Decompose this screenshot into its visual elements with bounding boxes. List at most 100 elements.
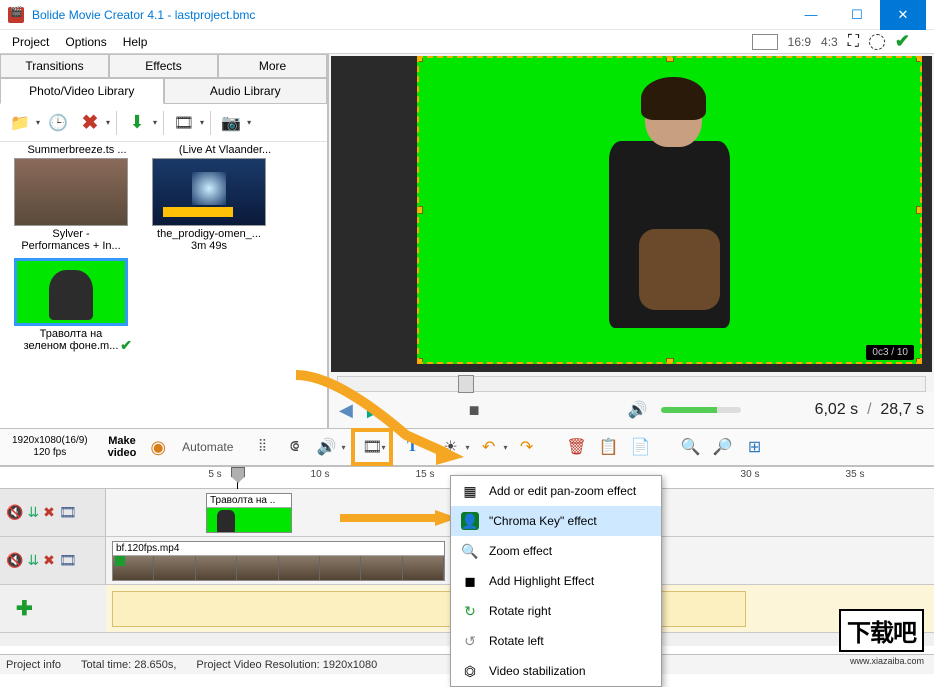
track-1-head: 🔇 ⇊ ✖ 🎞 — [0, 489, 106, 536]
clip-travolta[interactable]: Траволта на .. — [206, 493, 292, 533]
add-track-button[interactable]: ✚ — [6, 595, 100, 623]
minimize-button[interactable]: — — [788, 0, 834, 30]
effects-icon[interactable]: 🎞 — [359, 434, 385, 460]
status-resolution: Project Video Resolution: 1920x1080 — [196, 659, 377, 671]
undo-caret[interactable]: ▾ — [504, 443, 508, 452]
track-mute-icon[interactable]: 🔇 — [6, 504, 23, 521]
copy-icon[interactable]: 📋 — [596, 434, 622, 460]
lib-item-sylver[interactable]: Sylver - Performances + In... — [6, 158, 136, 252]
zoom-in-icon[interactable]: 🔎 — [710, 434, 736, 460]
menu-rotate-left[interactable]: ↺ Rotate left — [451, 626, 661, 656]
track-mute-icon[interactable]: 🔇 — [6, 552, 23, 569]
clip-bf120[interactable]: bf.120fps.mp4 — [112, 541, 445, 581]
text-caret[interactable]: ▾ — [427, 443, 431, 452]
volume-slider[interactable] — [661, 407, 741, 413]
lib-item-travolta-greenscreen[interactable]: Траволта на зеленом фоне.m... ✔ — [6, 258, 136, 352]
lib-partial-2[interactable]: (Live At Vlaander... — [160, 144, 290, 156]
film-icon[interactable]: 🎞 — [170, 109, 198, 137]
resize-handle-ne[interactable] — [916, 56, 922, 62]
preview-crop-frame[interactable] — [417, 56, 922, 364]
paste-icon[interactable]: 📄 — [628, 434, 654, 460]
seek-thumb[interactable] — [458, 375, 474, 393]
audio-icon[interactable]: 🔊 — [313, 434, 339, 460]
menu-project[interactable]: Project — [4, 33, 57, 51]
aspect-preview-box[interactable] — [752, 34, 778, 50]
prev-frame-button[interactable]: ◀ — [339, 400, 353, 421]
apply-check-icon[interactable]: ✔ — [895, 31, 910, 52]
add-folder-icon[interactable]: 📁 — [6, 109, 34, 137]
fit-icon[interactable]: ⊞ — [742, 434, 768, 460]
close-button[interactable]: ✕ — [880, 0, 926, 30]
add-folder-caret[interactable]: ▾ — [36, 118, 40, 127]
zoom-icon: 🔍 — [461, 542, 479, 560]
resize-handle-nw[interactable] — [417, 56, 423, 62]
download-caret[interactable]: ▾ — [153, 118, 157, 127]
film-caret[interactable]: ▾ — [200, 118, 204, 127]
track-expand-icon[interactable]: ⇊ — [27, 552, 39, 569]
clip-effect-badge — [115, 556, 125, 566]
tab-effects[interactable]: Effects — [109, 54, 218, 78]
menu-video-stabilization[interactable]: ⏣ Video stabilization — [451, 656, 661, 686]
resize-handle-w[interactable] — [417, 206, 423, 214]
menu-options[interactable]: Options — [57, 33, 114, 51]
ruler-tick: 5 s — [208, 469, 221, 480]
tab-more[interactable]: More — [218, 54, 327, 78]
resize-handle-sw[interactable] — [417, 358, 423, 364]
ruler-tick: 15 s — [416, 469, 435, 480]
menu-highlight-effect[interactable]: ◼ Add Highlight Effect — [451, 566, 661, 596]
menu-pan-zoom[interactable]: ▦ Add or edit pan-zoom effect — [451, 476, 661, 506]
play-button[interactable]: ▶ — [367, 400, 381, 421]
highlight-icon: ◼ — [461, 572, 479, 590]
lib-partial-1[interactable]: Summerbreeze.ts ... — [12, 144, 142, 156]
status-project-info[interactable]: Project info — [6, 659, 61, 671]
seek-bar[interactable] — [337, 376, 926, 392]
track-delete-icon[interactable]: ✖ — [43, 504, 55, 521]
playback-time: 6,02 s / 28,7 s — [815, 401, 924, 419]
volume-icon[interactable]: 🔊 — [628, 400, 648, 420]
preview-viewport[interactable]: 0c3 / 10 — [331, 56, 932, 372]
webcam-caret[interactable]: ▾ — [247, 118, 251, 127]
maximize-button[interactable]: ☐ — [834, 0, 880, 30]
remove-caret[interactable]: ▾ — [106, 118, 110, 127]
brightness-icon[interactable]: ☀ — [438, 434, 464, 460]
redo-icon[interactable]: ↷ — [514, 434, 540, 460]
disc-icon[interactable]: ◉ — [150, 437, 166, 458]
lib-label: зеленом фоне.m... — [6, 340, 136, 352]
webcam-icon[interactable]: 📷 — [217, 109, 245, 137]
undo-icon[interactable]: ↶ — [476, 434, 502, 460]
menu-rotate-right[interactable]: ↻ Rotate right — [451, 596, 661, 626]
tab-transitions[interactable]: Transitions — [0, 54, 109, 78]
aspect-43-button[interactable]: 4:3 — [821, 35, 838, 49]
remove-icon[interactable]: ✖ — [76, 109, 104, 137]
make-video-button[interactable]: Make video — [100, 435, 145, 459]
recent-icon[interactable]: 🕒 — [44, 109, 72, 137]
track-delete-icon[interactable]: ✖ — [43, 552, 55, 569]
crop-icon[interactable]: ⟃ — [281, 434, 307, 460]
resize-handle-se[interactable] — [916, 358, 922, 364]
zoom-out-icon[interactable]: 🔍 — [678, 434, 704, 460]
menu-help[interactable]: Help — [115, 33, 156, 51]
effects-button-highlighted: 🎞▾ — [351, 428, 393, 466]
audio-caret[interactable]: ▾ — [341, 443, 345, 452]
safe-zone-icon[interactable] — [869, 34, 885, 50]
split-icon[interactable]: ⦙⦙ — [249, 434, 275, 460]
menu-chroma-key[interactable]: 👤 "Chroma Key" effect — [451, 506, 661, 536]
track-expand-icon[interactable]: ⇊ — [27, 504, 39, 521]
menu-zoom-effect[interactable]: 🔍 Zoom effect — [451, 536, 661, 566]
stop-button[interactable]: ■ — [469, 400, 480, 421]
brightness-caret[interactable]: ▾ — [466, 443, 470, 452]
automate-button[interactable]: Automate — [172, 440, 243, 454]
resize-handle-e[interactable] — [916, 206, 922, 214]
fullscreen-icon[interactable]: ⛶ — [848, 33, 859, 51]
delete-icon[interactable]: 🗑 — [564, 434, 590, 460]
tab-photo-video-library[interactable]: Photo/Video Library — [0, 78, 164, 104]
track-type-video-icon: 🎞 — [59, 552, 77, 569]
tab-audio-library[interactable]: Audio Library — [164, 78, 328, 104]
download-icon[interactable]: ⬇ — [123, 109, 151, 137]
panzoom-icon: ▦ — [461, 482, 479, 500]
resize-handle-s[interactable] — [666, 358, 674, 364]
resize-handle-n[interactable] — [666, 56, 674, 62]
text-icon[interactable]: T — [399, 434, 425, 460]
lib-item-prodigy[interactable]: the_prodigy-omen_... 3m 49s — [144, 158, 274, 252]
aspect-169-button[interactable]: 16:9 — [788, 35, 811, 49]
